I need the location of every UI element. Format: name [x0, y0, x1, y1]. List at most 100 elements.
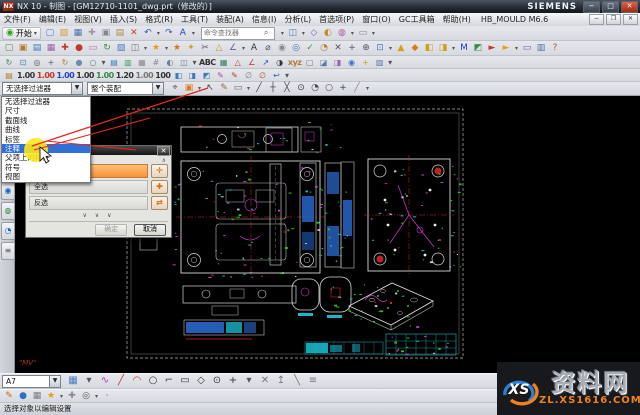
table-icon[interactable]: ▦	[218, 57, 230, 68]
zoom-in-icon[interactable]: ◎	[31, 57, 43, 68]
cut-icon[interactable]: ✚	[86, 27, 98, 40]
menu-item-3[interactable]: 插入(S)	[106, 15, 141, 24]
menu-item-7[interactable]: 信息(I)	[248, 15, 281, 24]
scale-chip-8[interactable]: 100	[155, 70, 170, 81]
pin-tool-icon[interactable]: ✚	[66, 390, 78, 403]
scale-chip-5[interactable]: 1.00	[96, 70, 114, 81]
style-caret-icon[interactable]: ▾	[191, 27, 196, 40]
select-all-icon[interactable]: ✚	[151, 180, 168, 194]
mirror-feature-icon[interactable]: ◧	[423, 42, 435, 55]
sector-icon[interactable]: ◑	[274, 57, 286, 68]
snap-caret-icon[interactable]: ▾	[365, 82, 370, 95]
render-style-icon[interactable]: ◐	[322, 27, 334, 40]
child-minimize-button[interactable]: −	[589, 14, 604, 25]
scale-chip-1[interactable]: 1.00	[17, 70, 35, 81]
move-face-icon[interactable]: ▲	[395, 42, 407, 55]
xyz-icon[interactable]: xyz	[288, 57, 302, 68]
menu-item-8[interactable]: 分析(L)	[280, 15, 315, 24]
filter-option-0[interactable]: 无选择过滤器	[2, 97, 90, 106]
pattern-icon[interactable]: ▦	[45, 42, 57, 55]
layout-b-icon[interactable]: ◨	[186, 70, 198, 81]
abc-standard-icon[interactable]: ABC	[199, 57, 216, 68]
play-caret-icon[interactable]: ▾	[514, 42, 519, 55]
sphere-tool-icon[interactable]: ●	[17, 390, 29, 403]
grid-icon[interactable]: ▦	[136, 57, 148, 68]
sweep-icon[interactable]: ◆	[409, 42, 421, 55]
type-filter-dropdown[interactable]: 无选择过滤器尺寸截面线曲线标签注释父项上的标注符号视图	[1, 96, 91, 183]
hd3d-tool-tab[interactable]: ◉	[1, 182, 15, 200]
more-dot-icon[interactable]: ·	[101, 390, 113, 403]
selection-scope-caret-icon[interactable]: ▼	[152, 83, 163, 94]
window-cascade-icon[interactable]: ◫	[287, 27, 299, 40]
open-file-icon[interactable]: ▨	[58, 27, 70, 40]
protractor-icon[interactable]: ◔	[318, 42, 330, 55]
rotate-view-icon[interactable]: ↻	[59, 57, 71, 68]
menu-item-1[interactable]: 编辑(E)	[35, 15, 70, 24]
shaded-mode-icon[interactable]: ●	[73, 57, 85, 68]
ok-button[interactable]: 确定	[95, 224, 127, 236]
filter-option-8[interactable]: 视图	[2, 172, 90, 181]
offset-curve-icon[interactable]: ≡	[306, 374, 320, 388]
window-caret-icon[interactable]: ▾	[301, 27, 306, 40]
maximize-button[interactable]: □	[602, 1, 619, 13]
base-view-icon[interactable]: ★	[150, 42, 162, 55]
child-restore-button[interactable]: ❐	[606, 14, 621, 25]
save-icon[interactable]: ▦	[72, 27, 84, 40]
menu-item-4[interactable]: 格式(R)	[141, 15, 177, 24]
tools-caret-icon[interactable]: ▾	[94, 390, 99, 403]
copy-icon[interactable]: ▣	[100, 27, 112, 40]
menu-item-2[interactable]: 视图(V)	[70, 15, 106, 24]
pencil-red-icon[interactable]: ✎	[228, 70, 240, 81]
capture-caret-icon[interactable]: ▾	[350, 27, 355, 40]
history-tab[interactable]: ◔	[1, 222, 15, 240]
curve-caret-icon[interactable]: ▾	[242, 374, 256, 388]
panel-icon[interactable]: ▦	[31, 390, 43, 403]
paste-icon[interactable]: ▤	[114, 27, 126, 40]
point-icon[interactable]: +	[226, 374, 240, 388]
diameter-dim-icon[interactable]: ⌀	[262, 42, 274, 55]
menu-item-9[interactable]: 首选项(P)	[315, 15, 358, 24]
pencil-magenta-icon[interactable]: ✎	[214, 70, 226, 81]
undo-icon[interactable]: ↶	[142, 27, 154, 40]
delete-icon[interactable]: ✕	[128, 27, 140, 40]
fit-view-icon[interactable]: ⊡	[17, 57, 29, 68]
check-mate-icon[interactable]: ✓	[304, 42, 316, 55]
section-view-icon[interactable]: ✂	[199, 42, 211, 55]
filter-option-7[interactable]: 符号	[2, 163, 90, 172]
intersection-snap-icon[interactable]: ╳	[281, 82, 293, 95]
sheet-page-icon[interactable]: ▤	[3, 70, 15, 81]
close-tool-icon[interactable]: ✕	[332, 42, 344, 55]
mail-icon[interactable]: ▭	[87, 42, 99, 55]
extend-curve-icon[interactable]: ↥	[274, 374, 288, 388]
circle-icon[interactable]: ○	[146, 374, 160, 388]
clip-section-icon[interactable]: ◪	[318, 57, 330, 68]
layout-c-icon[interactable]: ◩	[200, 70, 212, 81]
filter-option-3[interactable]: 曲线	[2, 125, 90, 134]
invert-selection-button[interactable]: 反选	[29, 196, 148, 210]
scale-chip-7[interactable]: 1.00	[136, 70, 154, 81]
sync-icon[interactable]: ↻	[101, 42, 113, 55]
display-part-icon[interactable]: ▢	[3, 42, 15, 55]
show-hide-icon[interactable]: ◉	[346, 57, 358, 68]
studio-spline-icon[interactable]: ∿	[98, 374, 112, 388]
scale-chip-6[interactable]: 1.20	[116, 70, 134, 81]
edge-snap-icon[interactable]: ╱	[351, 82, 363, 95]
edit-curve-icon[interactable]: ✎	[3, 390, 15, 403]
sketch-shape-icon[interactable]: ▭	[521, 42, 533, 55]
display-caret-icon[interactable]: ▾	[101, 57, 106, 68]
layer-grid-icon[interactable]: ▦	[66, 374, 80, 388]
rectangle-icon[interactable]: ▭	[178, 374, 192, 388]
midpoint-snap-icon[interactable]: ┼	[267, 82, 279, 95]
ellipse-icon[interactable]: ⊙	[210, 374, 224, 388]
library-icon[interactable]: ▥	[535, 42, 547, 55]
cancel-button[interactable]: 取消	[134, 224, 166, 236]
scale-chip-4[interactable]: 1.00	[76, 70, 94, 81]
palette-icon[interactable]: ◩	[472, 42, 484, 55]
finder-more-icon[interactable]: ▾	[280, 27, 285, 40]
close-button[interactable]: ✕	[621, 1, 638, 13]
row4-caret-icon[interactable]: ▾	[284, 70, 289, 81]
scale-chip-3[interactable]: 1.00	[57, 70, 75, 81]
menu-item-0[interactable]: 文件(F)	[0, 15, 35, 24]
play-alt-icon[interactable]: ►	[500, 42, 512, 55]
bottom-combo[interactable]: A7 ▼	[2, 375, 61, 388]
